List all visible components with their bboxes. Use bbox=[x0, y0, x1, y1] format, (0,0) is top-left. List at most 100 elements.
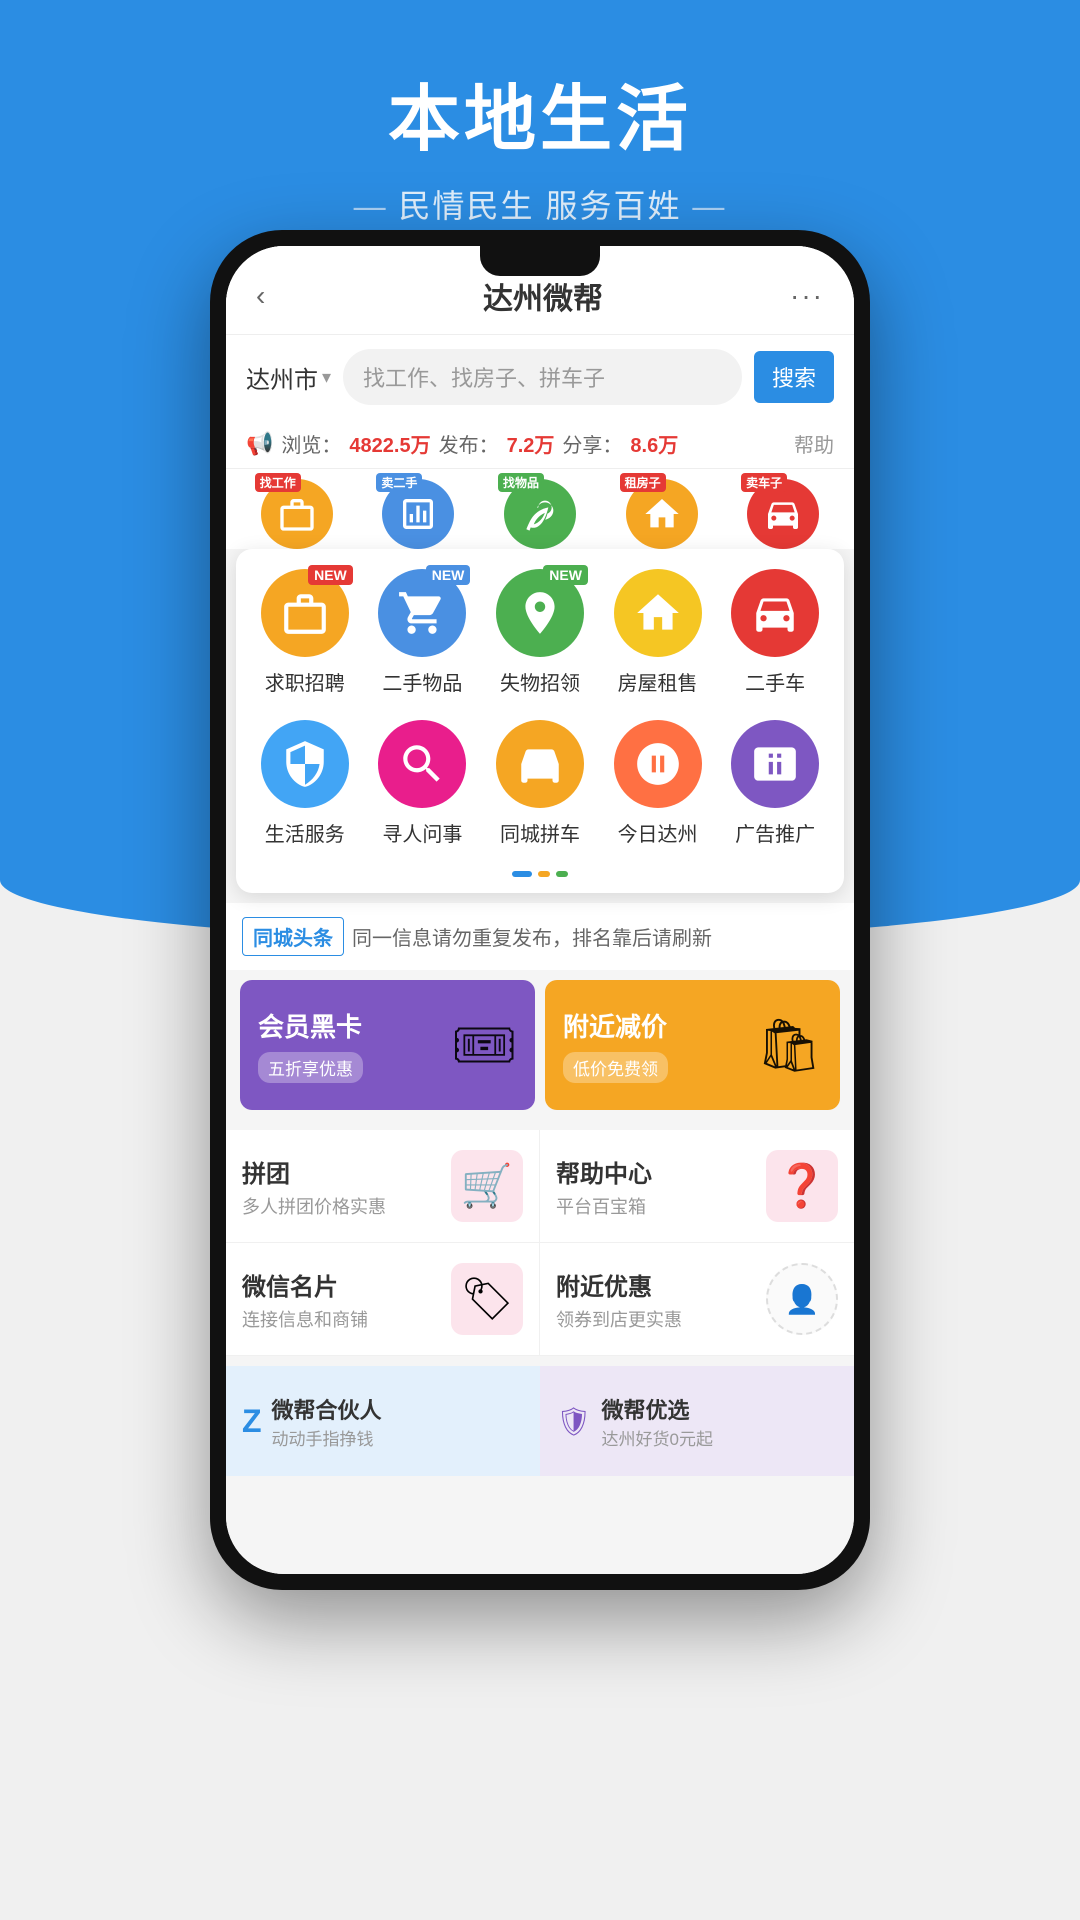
phone-notch bbox=[480, 246, 600, 276]
promo-member-icon: 🎟 bbox=[451, 1015, 517, 1076]
feature-nearbydeals-info: 附近优惠 领券到店更实惠 bbox=[556, 1267, 766, 1332]
promo-discount-subtitle: 低价免费领 bbox=[563, 1052, 668, 1083]
banner-partner[interactable]: Z 微帮合伙人 动动手指挣钱 bbox=[226, 1366, 540, 1476]
feature-groupbuy-desc: 多人拼团价格实惠 bbox=[242, 1193, 451, 1219]
category-row-1: NEW 求职招聘 NEW 二手物品 bbox=[246, 569, 834, 696]
promo-discount-card[interactable]: 附近减价 低价免费领 🛍 bbox=[545, 980, 840, 1110]
phone-screen: ‹ 达州微帮 ··· 达州市 ▾ 找工作、找房子、拼车子 搜索 📢 浏览： bbox=[226, 246, 854, 1574]
dot-3 bbox=[556, 871, 568, 877]
cat-lostfound[interactable]: NEW 失物招领 bbox=[487, 569, 593, 696]
browse-value: 4822.5万 bbox=[349, 429, 430, 458]
cat-label-ads: 广告推广 bbox=[735, 818, 815, 847]
headlines-bar: 同城头条 同一信息请勿重复发布，排名靠后请刷新 bbox=[226, 903, 854, 970]
promo-member-title: 会员黑卡 bbox=[258, 1007, 363, 1044]
cat-top-lost[interactable]: 找物品 bbox=[479, 479, 601, 549]
feature-groupbuy-info: 拼团 多人拼团价格实惠 bbox=[242, 1154, 451, 1219]
stats-bar: 📢 浏览： 4822.5万 发布： 7.2万 分享： 8.6万 帮助 bbox=[226, 419, 854, 469]
help-link[interactable]: 帮助 bbox=[794, 429, 834, 458]
cat-icon-renthouse bbox=[614, 569, 702, 657]
promo-member-info: 会员黑卡 五折享优惠 bbox=[258, 1007, 363, 1083]
promo-discount-info: 附近减价 低价免费领 bbox=[563, 1007, 668, 1083]
feature-bizcard[interactable]: 微信名片 连接信息和商铺 🏷 bbox=[226, 1243, 540, 1356]
feature-nearbydeals-desc: 领券到店更实惠 bbox=[556, 1306, 766, 1332]
cat-secondhand[interactable]: NEW 二手物品 bbox=[369, 569, 475, 696]
category-popup: NEW 求职招聘 NEW 二手物品 bbox=[236, 549, 844, 893]
publish-label: 发布： bbox=[439, 429, 499, 458]
bottom-banner: Z 微帮合伙人 动动手指挣钱 🛡 微帮优选 达州好货0元起 bbox=[226, 1366, 854, 1476]
feature-groupbuy[interactable]: 拼团 多人拼团价格实惠 🛒 bbox=[226, 1130, 540, 1243]
headline-tag: 同城头条 bbox=[242, 917, 344, 956]
cat-recruit[interactable]: NEW 求职招聘 bbox=[252, 569, 358, 696]
banner-selected-title: 微帮优选 bbox=[602, 1393, 838, 1425]
cat-label-lifeservice: 生活服务 bbox=[265, 818, 345, 847]
city-selector[interactable]: 达州市 ▾ bbox=[246, 360, 331, 395]
banner-selected[interactable]: 🛡 微帮优选 达州好货0元起 bbox=[540, 1366, 854, 1476]
banner-partner-subtitle: 动动手指挣钱 bbox=[272, 1425, 524, 1450]
cat-badge-car: 卖车子 bbox=[741, 473, 787, 492]
cat-top-rent[interactable]: 租房子 bbox=[601, 479, 723, 549]
cat-used-car[interactable]: 二手车 bbox=[722, 569, 828, 696]
feature-help-center[interactable]: 帮助中心 平台百宝箱 ❓ bbox=[540, 1130, 854, 1243]
cat-rent-house[interactable]: 房屋租售 bbox=[605, 569, 711, 696]
banner-selected-subtitle: 达州好货0元起 bbox=[602, 1425, 838, 1450]
cat-label-secondhand: 二手物品 bbox=[382, 667, 462, 696]
cat-find-person[interactable]: 寻人问事 bbox=[369, 720, 475, 847]
cat-icon-car: 卖车子 bbox=[747, 479, 819, 549]
city-arrow-icon: ▾ bbox=[322, 367, 331, 388]
cat-icon-lost: 找物品 bbox=[504, 479, 576, 549]
promo-discount-title: 附近减价 bbox=[563, 1007, 668, 1044]
search-input[interactable]: 找工作、找房子、拼车子 bbox=[343, 349, 742, 405]
banner-partner-info: 微帮合伙人 动动手指挣钱 bbox=[272, 1393, 524, 1450]
cat-label-recruit: 求职招聘 bbox=[265, 667, 345, 696]
feature-bizcard-title: 微信名片 bbox=[242, 1267, 451, 1302]
headline-text: 同一信息请勿重复发布，排名靠后请刷新 bbox=[352, 922, 712, 951]
page-header: 本地生活 民情民生 服务百姓 bbox=[0, 0, 1080, 227]
promo-member-subtitle: 五折享优惠 bbox=[258, 1052, 363, 1083]
dot-1 bbox=[512, 871, 532, 877]
cat-label-renthouse: 房屋租售 bbox=[618, 667, 698, 696]
cat-icon-lifeservice bbox=[261, 720, 349, 808]
feature-nearbydeals-title: 附近优惠 bbox=[556, 1267, 766, 1302]
cat-badge-secondhand: 卖二手 bbox=[376, 473, 422, 492]
app-title: 达州微帮 bbox=[483, 274, 603, 318]
feature-nearby-deals[interactable]: 附近优惠 领券到店更实惠 👤 bbox=[540, 1243, 854, 1356]
cat-icon-todaydazhou bbox=[614, 720, 702, 808]
cat-top-car[interactable]: 卖车子 bbox=[722, 479, 844, 549]
cat-icon-rent: 租房子 bbox=[626, 479, 698, 549]
feature-helpcenter-info: 帮助中心 平台百宝箱 bbox=[556, 1154, 766, 1219]
cat-top-job[interactable]: 找工作 bbox=[236, 479, 358, 549]
partner-z-icon: Z bbox=[242, 1403, 262, 1440]
page-title: 本地生活 bbox=[0, 60, 1080, 165]
cat-top-secondhand[interactable]: 卖二手 bbox=[358, 479, 480, 549]
feature-grid: 拼团 多人拼团价格实惠 🛒 帮助中心 平台百宝箱 ❓ bbox=[226, 1130, 854, 1356]
banner-partner-title: 微帮合伙人 bbox=[272, 1393, 524, 1425]
cat-label-lostfound: 失物招领 bbox=[500, 667, 580, 696]
back-button[interactable]: ‹ bbox=[256, 280, 296, 312]
cat-label-usedcar: 二手车 bbox=[745, 667, 805, 696]
cat-label-todaydazhou: 今日达州 bbox=[618, 818, 698, 847]
cat-icon-job: 找工作 bbox=[261, 479, 333, 549]
cat-label-carpool: 同城拼车 bbox=[500, 818, 580, 847]
cat-life-service[interactable]: 生活服务 bbox=[252, 720, 358, 847]
cat-today-dazou[interactable]: 今日达州 bbox=[605, 720, 711, 847]
search-button[interactable]: 搜索 bbox=[754, 351, 834, 403]
feature-helpcenter-title: 帮助中心 bbox=[556, 1154, 766, 1189]
promo-row: 会员黑卡 五折享优惠 🎟 附近减价 低价免费领 🛍 bbox=[226, 970, 854, 1120]
cat-label-findperson: 寻人问事 bbox=[382, 818, 462, 847]
cat-badge-job: 找工作 bbox=[255, 473, 301, 492]
promo-member-card[interactable]: 会员黑卡 五折享优惠 🎟 bbox=[240, 980, 535, 1110]
cat-badge-rent: 租房子 bbox=[620, 473, 666, 492]
cat-icon-usedcar bbox=[731, 569, 819, 657]
cat-carpool[interactable]: 同城拼车 bbox=[487, 720, 593, 847]
cat-ads[interactable]: 广告推广 bbox=[722, 720, 828, 847]
shield-icon: 🛡 bbox=[556, 1405, 592, 1438]
feature-groupbuy-icon: 🛒 bbox=[451, 1150, 523, 1222]
cat-icon-findperson bbox=[378, 720, 466, 808]
feature-helpcenter-desc: 平台百宝箱 bbox=[556, 1193, 766, 1219]
more-button[interactable]: ··· bbox=[790, 280, 824, 312]
feature-bizcard-desc: 连接信息和商铺 bbox=[242, 1306, 451, 1332]
feature-helpcenter-icon: ❓ bbox=[766, 1150, 838, 1222]
promo-discount-icon: 🛍 bbox=[756, 1015, 822, 1076]
cat-badge-lost: 找物品 bbox=[498, 473, 544, 492]
cat-badge-secondhand2: NEW bbox=[426, 565, 471, 585]
